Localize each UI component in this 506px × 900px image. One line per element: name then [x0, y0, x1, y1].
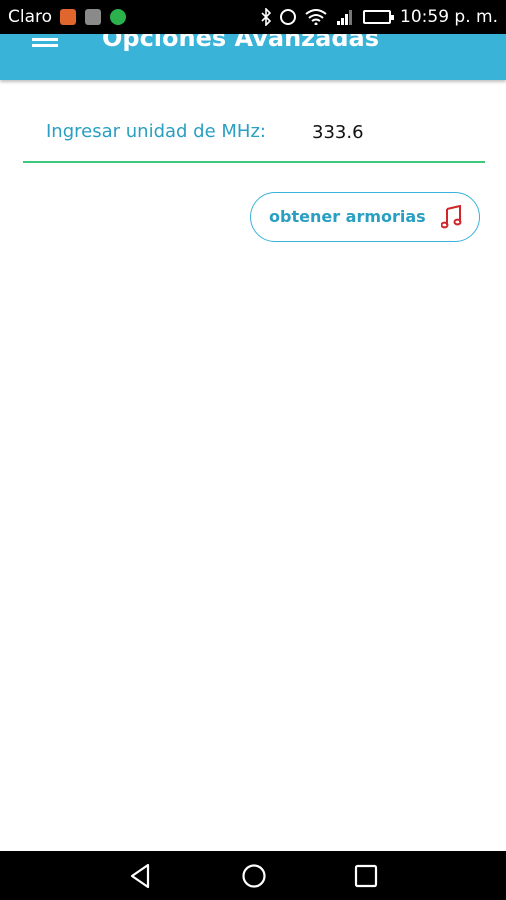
- clock: 10:59 p. m.: [400, 7, 498, 27]
- back-icon[interactable]: [128, 863, 154, 889]
- whatsapp-icon: [110, 9, 126, 25]
- obtener-armorias-button[interactable]: obtener armorias: [250, 192, 480, 242]
- mhz-input[interactable]: [312, 118, 472, 146]
- page-title: Opciones Avanzadas: [102, 34, 379, 52]
- battery-icon: [363, 10, 395, 24]
- button-label: obtener armorias: [269, 207, 426, 226]
- navigation-bar: [0, 851, 506, 900]
- gallery-icon: [85, 9, 101, 25]
- recent-apps-icon[interactable]: [353, 863, 379, 889]
- music-note-icon: [441, 205, 462, 229]
- input-underline: [23, 161, 485, 163]
- signal-icon: [337, 10, 353, 25]
- notification-app-icon: [60, 9, 76, 25]
- carrier-name: Claro: [8, 7, 53, 27]
- status-bar: Claro 10:59 p. m.: [0, 0, 506, 34]
- status-icons: 10:59 p. m.: [261, 7, 498, 27]
- app-bar: Opciones Avanzadas: [0, 34, 506, 80]
- mhz-label: Ingresar unidad de MHz:: [46, 121, 266, 142]
- alarm-icon: [280, 9, 297, 25]
- hamburger-menu-icon[interactable]: [32, 38, 58, 52]
- wifi-icon: [305, 9, 327, 25]
- home-icon[interactable]: [241, 863, 267, 889]
- bluetooth-icon: [261, 8, 272, 26]
